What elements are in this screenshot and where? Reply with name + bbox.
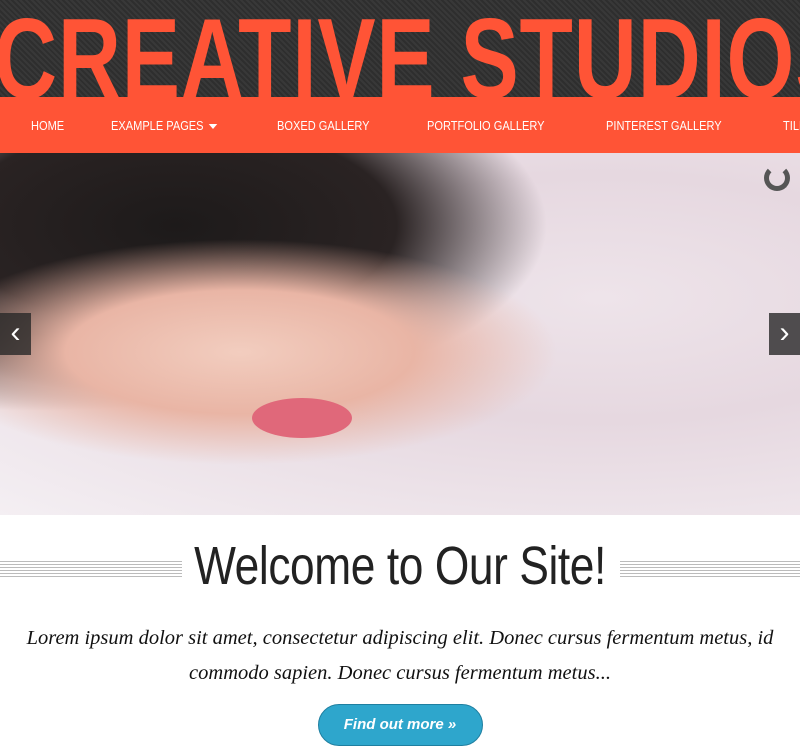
nav-pinterest-gallery[interactable]: PINTEREST GALLERY: [606, 118, 722, 133]
nav-boxed-gallery[interactable]: BOXED GALLERY: [277, 118, 370, 133]
slide-image: [252, 398, 352, 438]
site-logo[interactable]: CREATIVE STUDIOS: [0, 1, 800, 97]
nav-portfolio-gallery[interactable]: PORTFOLIO GALLERY: [427, 118, 544, 133]
find-out-more-button[interactable]: Find out more »: [317, 704, 483, 746]
header: CREATIVE STUDIOS: [0, 0, 800, 97]
nav-home[interactable]: HOME: [31, 118, 64, 133]
nav-example-pages[interactable]: EXAMPLE PAGES: [111, 117, 218, 133]
hero-slider: ‹ ›: [0, 153, 800, 515]
welcome-section: Welcome to Our Site!: [0, 515, 800, 633]
page-title: Welcome to Our Site!: [194, 536, 606, 596]
loading-spinner-icon: [764, 165, 790, 191]
caret-down-icon: [208, 123, 218, 129]
nav-tiles[interactable]: TILES: [783, 118, 800, 133]
main-nav: HOME EXAMPLE PAGES BOXED GALLERY PORTFOL…: [0, 97, 800, 153]
nav-example-pages-label: EXAMPLE PAGES: [111, 117, 204, 133]
slider-next-button[interactable]: ›: [769, 313, 800, 355]
slider-prev-button[interactable]: ‹: [0, 313, 31, 355]
